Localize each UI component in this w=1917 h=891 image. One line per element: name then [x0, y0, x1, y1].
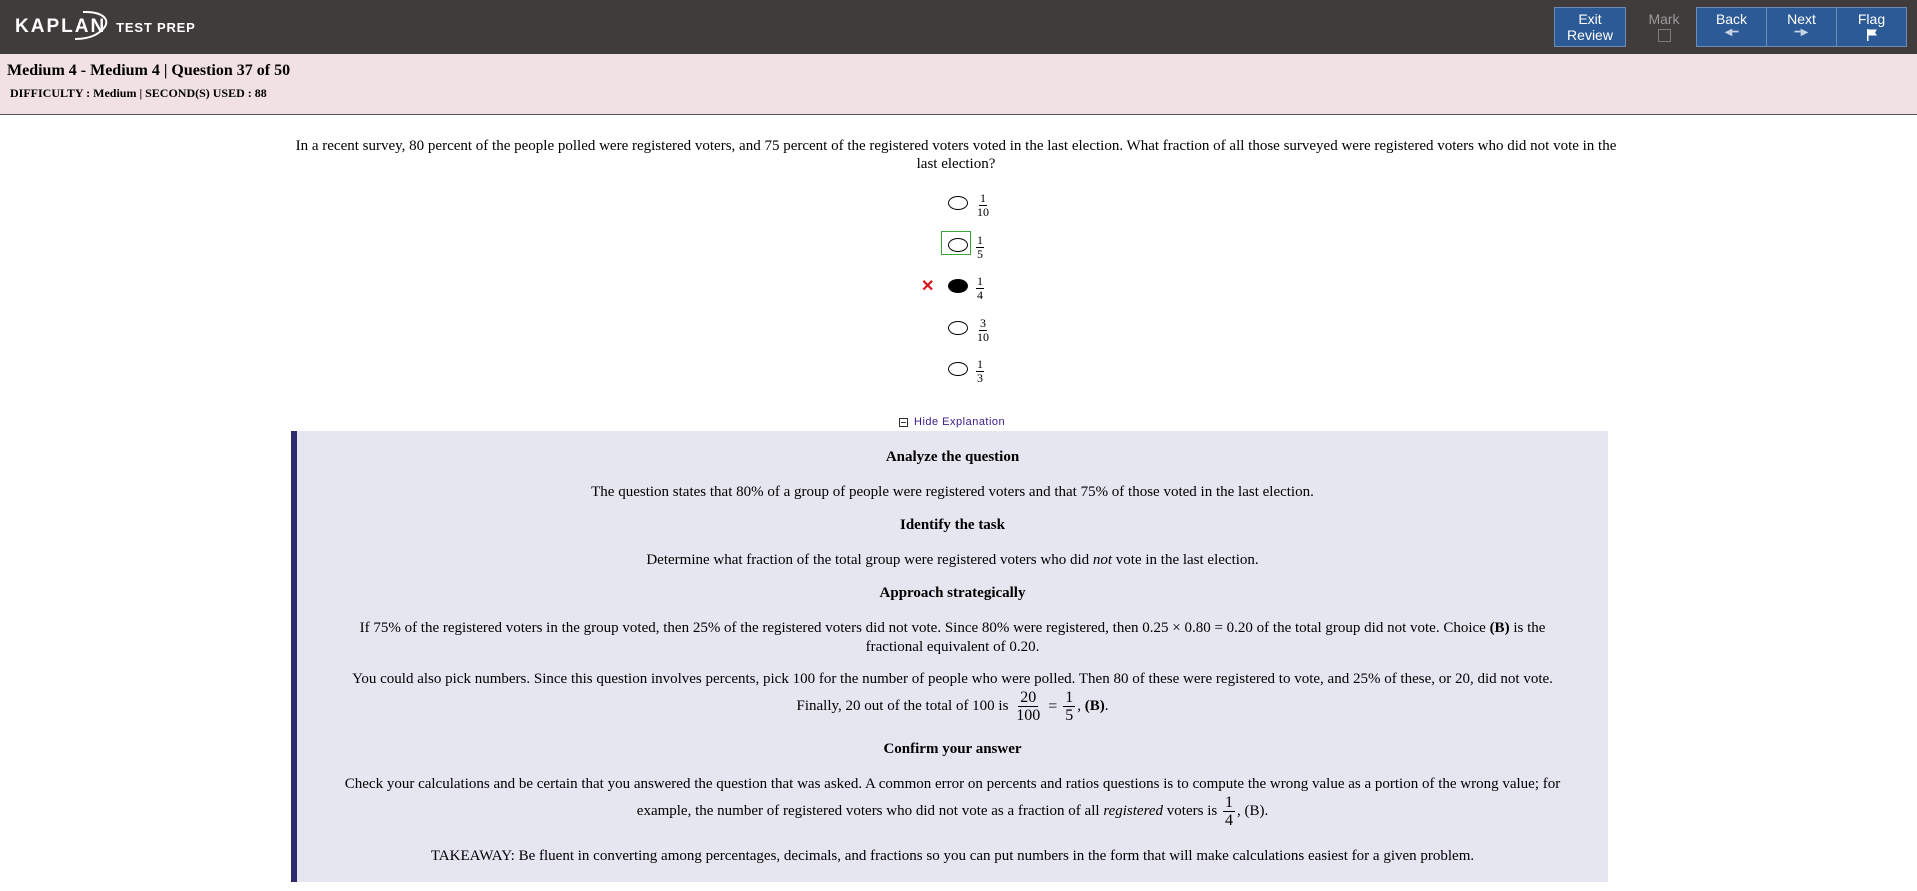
- logo-subtitle: TEST PREP: [116, 19, 196, 35]
- choice-fraction: 3 10: [977, 316, 989, 344]
- next-button[interactable]: Next ━▶: [1766, 7, 1837, 47]
- arrow-left-icon: ◀━: [1724, 27, 1739, 38]
- flag-label: Flag: [1857, 11, 1886, 27]
- takeaway-text: TAKEAWAY: Be fluent in converting among …: [430, 848, 1475, 864]
- question-title: Medium 4 - Medium 4 | Question 37 of 50: [7, 62, 291, 79]
- top-bar: KAPLAN TEST PREP Exit Review Mark Back ◀…: [0, 0, 1917, 54]
- mark-button[interactable]: Mark: [1635, 7, 1693, 47]
- analyze-text: The question states that 80% of a group …: [591, 484, 1314, 500]
- radio-button[interactable]: [948, 196, 968, 210]
- choice-fraction: 1 4: [976, 274, 984, 302]
- exit-review-button[interactable]: Exit Review: [1554, 7, 1626, 47]
- review-label: Review: [1567, 27, 1613, 43]
- question-stem: In a recent survey, 80 percent of the pe…: [295, 138, 1617, 172]
- toggle-label: Hide Explanation: [914, 416, 1006, 428]
- next-label: Next: [1787, 11, 1816, 27]
- pick-numbers-text: You could also pick numbers. Since this …: [352, 671, 1553, 724]
- radio-button[interactable]: [948, 321, 968, 335]
- collapse-icon: [899, 417, 908, 427]
- back-label: Back: [1715, 11, 1748, 27]
- arrow-right-icon: ━▶: [1794, 27, 1809, 38]
- hide-explanation-toggle[interactable]: Hide Explanation: [899, 416, 1005, 428]
- logo-swoosh-icon: [74, 10, 108, 40]
- choice-fraction: 1 3: [976, 357, 984, 385]
- exit-label: Exit: [1578, 11, 1602, 27]
- kaplan-logo: KAPLAN TEST PREP: [15, 10, 196, 44]
- back-button[interactable]: Back ◀━: [1696, 7, 1767, 47]
- fraction-20-100: 20 100: [1016, 689, 1041, 724]
- flag-icon: [1866, 29, 1877, 41]
- choice-fraction: 1 10: [977, 191, 989, 219]
- difficulty-info: DIFFICULTY : Medium | SECOND(S) USED : 8…: [10, 86, 267, 100]
- heading-analyze: Analyze the question: [885, 449, 1020, 465]
- mark-checkbox[interactable]: [1657, 29, 1671, 42]
- fraction-1-4: 14: [1222, 794, 1235, 829]
- explanation-panel: Analyze the question The question states…: [291, 431, 1608, 882]
- heading-approach: Approach strategically: [879, 585, 1026, 601]
- mark-label: Mark: [1648, 11, 1680, 27]
- question-info-bar: Medium 4 - Medium 4 | Question 37 of 50 …: [0, 54, 1917, 115]
- flag-button[interactable]: Flag: [1836, 7, 1907, 47]
- confirm-text: Check your calculations and be certain t…: [344, 776, 1561, 829]
- radio-button[interactable]: [948, 362, 968, 376]
- heading-confirm: Confirm your answer: [883, 741, 1022, 757]
- choice-fraction: 1 5: [976, 233, 984, 261]
- radio-button[interactable]: [948, 238, 968, 252]
- approach-text: If 75% of the registered voters in the g…: [359, 620, 1546, 655]
- fraction-1-5: 15: [1063, 689, 1076, 724]
- toolbar: Exit Review Mark Back ◀━ Next ━▶ Flag: [1554, 7, 1907, 47]
- identify-text: Determine what fraction of the total gro…: [646, 552, 1259, 568]
- radio-button-selected[interactable]: [948, 279, 968, 293]
- incorrect-x-icon: ✕: [921, 278, 935, 295]
- heading-identify: Identify the task: [899, 517, 1005, 533]
